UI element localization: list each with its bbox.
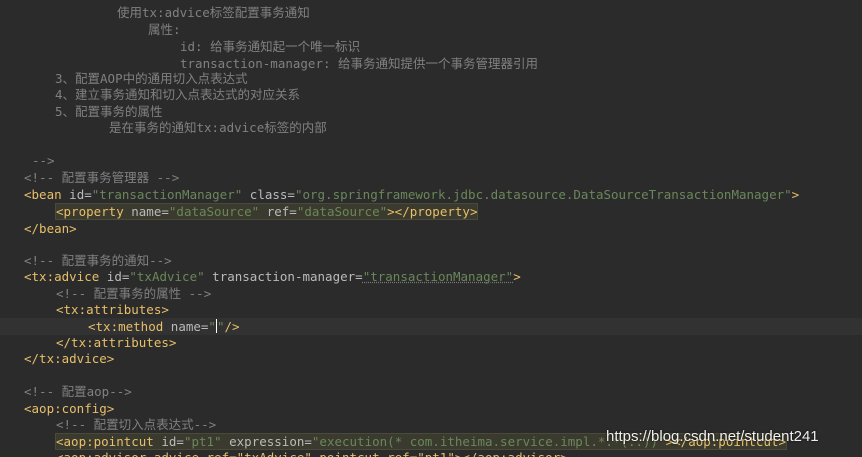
txadvice-tag: <tx:advice bbox=[24, 269, 100, 284]
comment-line: 属性: bbox=[148, 22, 181, 37]
comment-line: <!-- 配置事务的通知--> bbox=[24, 253, 172, 268]
bean-tag: <bean bbox=[24, 187, 62, 202]
attr-ref: ref= bbox=[259, 204, 297, 219]
bean-close-line: </bean> bbox=[24, 221, 77, 236]
attr-class: class= bbox=[242, 187, 295, 202]
attr-name: name= bbox=[123, 204, 169, 219]
value-id: "txAdvice" bbox=[129, 269, 205, 284]
comment-line: 3、配置AOP中的通用切入点表达式 bbox=[55, 71, 248, 86]
comment-line: 5、配置事务的属性 bbox=[55, 104, 163, 119]
partial-line-clip: <aop:advisor advice-ref="txAdvice" point… bbox=[0, 449, 862, 457]
txattributes-close-line: </tx:attributes> bbox=[56, 335, 177, 350]
comment-line: 使用tx:advice标签配置事务通知 bbox=[117, 5, 310, 20]
advisor-line: <aop:advisor advice-ref="txAdvice" point… bbox=[56, 449, 568, 457]
comment-line: <!-- 配置事务的属性 --> bbox=[56, 286, 212, 301]
watermark: https://blog.csdn.net/student241 bbox=[606, 428, 819, 445]
attr-id: id= bbox=[61, 187, 92, 202]
value-quote: " bbox=[208, 319, 216, 334]
comment-close: --> bbox=[32, 153, 55, 168]
aop-config-open-line: <aop:config> bbox=[24, 401, 115, 416]
attr-id: id= bbox=[153, 434, 184, 449]
value-class: "org.springframework.jdbc.datasource.Dat… bbox=[294, 187, 792, 202]
txattributes-open-line: <tx:attributes> bbox=[56, 302, 169, 317]
value-id: "transactionManager" bbox=[91, 187, 243, 202]
attr-expression: expression= bbox=[221, 434, 312, 449]
value-transaction-manager: "transactionManager" bbox=[362, 269, 514, 284]
bean-open-line: <bean id="transactionManager" class="org… bbox=[24, 186, 799, 203]
value-id: "pt1" bbox=[183, 434, 222, 449]
attr-name: name= bbox=[163, 319, 209, 334]
comment-line: <!-- 配置切入点表达式--> bbox=[56, 417, 217, 432]
comment-line: 4、建立事务通知和切入点表达式的对应关系 bbox=[55, 87, 301, 102]
attr-transaction-manager: transaction-manager= bbox=[204, 269, 363, 284]
tag-self-close: /> bbox=[224, 319, 240, 334]
comment-line: <!-- 配置事务管理器 --> bbox=[24, 170, 180, 185]
txmethod-line[interactable]: <tx:method name=""/> bbox=[88, 318, 240, 335]
property-tag: <property bbox=[56, 204, 124, 219]
pointcut-tag: <aop:pointcut bbox=[56, 434, 154, 449]
value-ref: "dataSource" bbox=[296, 204, 388, 219]
tag-end: > bbox=[791, 187, 800, 202]
txadvice-close-line: </tx:advice> bbox=[24, 351, 115, 366]
value-name: "dataSource" bbox=[168, 204, 260, 219]
property-close-tag: ></property> bbox=[387, 204, 478, 219]
txadvice-open-line: <tx:advice id="txAdvice" transaction-man… bbox=[24, 268, 521, 285]
attr-id: id= bbox=[99, 269, 130, 284]
property-line: <property name="dataSource" ref="dataSou… bbox=[54, 203, 479, 220]
txmethod-tag: <tx:method bbox=[88, 319, 164, 334]
tag-end: > bbox=[513, 269, 521, 284]
comment-line: id: 给事务通知起一个唯一标识 bbox=[180, 39, 361, 54]
comment-line: <!-- 配置aop--> bbox=[24, 384, 132, 399]
code-editor[interactable]: 使用tx:advice标签配置事务通知 属性: id: 给事务通知起一个唯一标识… bbox=[0, 0, 862, 457]
comment-line: 是在事务的通知tx:advice标签的内部 bbox=[109, 120, 327, 135]
